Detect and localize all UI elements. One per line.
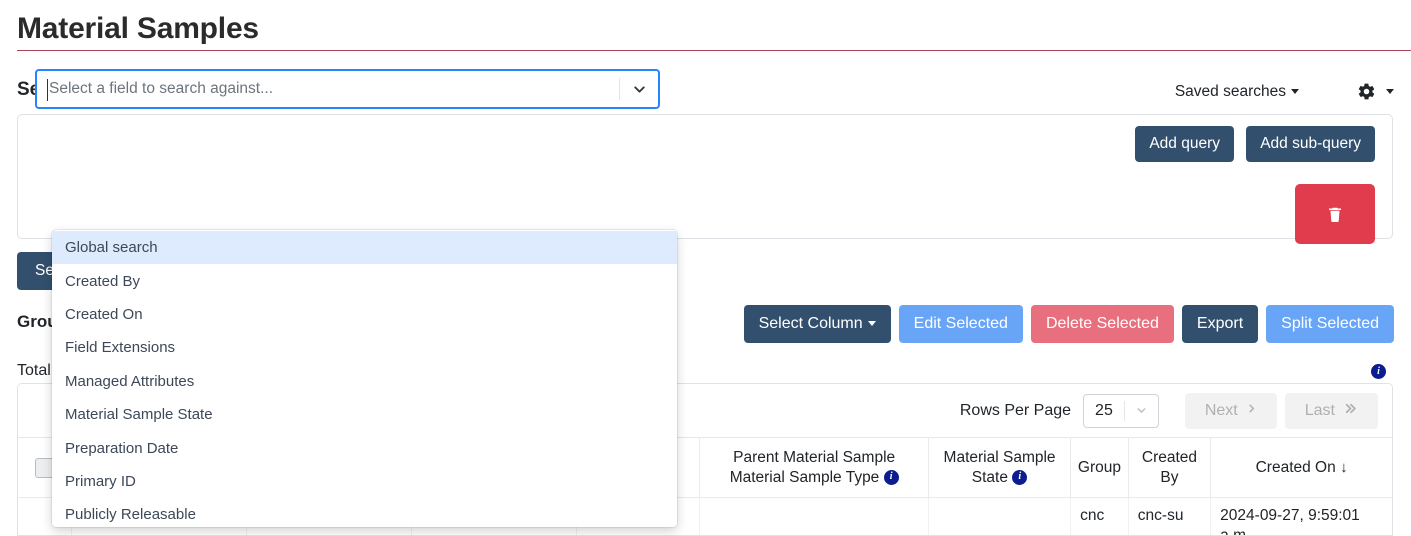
total-count-label: Total [17,362,51,379]
parent-material-sample-type-label: Parent Material Sample Material Sample T… [729,449,896,486]
chevron-double-right-icon [1343,402,1358,420]
menu-item-material-sample-state[interactable]: Material Sample State [52,398,677,431]
arrow-down-icon: ↓ [1340,458,1348,476]
export-button[interactable]: Export [1181,305,1259,343]
material-sample-state-label: Material Sample State [943,449,1056,486]
edit-selected-button[interactable]: Edit Selected [898,305,1023,343]
saved-searches-label: Saved searches [1174,83,1286,100]
info-icon[interactable]: i [883,469,899,485]
table-header-parent-material-sample-type[interactable]: Parent Material Sample Material Sample T… [699,437,929,498]
saved-searches-dropdown[interactable]: Saved searches [1175,83,1299,101]
next-page-label: Next [1204,401,1238,419]
info-icon: i [1371,364,1386,380]
chevron-down-icon [1291,89,1299,95]
row-cell-created-by: cnc-su [1128,497,1212,535]
select-column-button[interactable]: Select Column [743,305,891,343]
chevron-down-icon [1386,89,1394,94]
row-cell-created-on: 2024-09-27, 9:59:01 a.m. [1210,497,1392,535]
table-header-material-sample-state[interactable]: Material Sample State i [928,437,1072,498]
menu-item-global-search[interactable]: Global search [52,231,677,265]
rows-per-page-select[interactable]: 25 [1083,393,1159,428]
add-subquery-button[interactable]: Add sub-query [1246,126,1375,162]
chevron-down-icon[interactable] [620,81,658,98]
delete-query-row-button[interactable] [1295,184,1375,244]
chevron-down-icon[interactable] [1125,404,1158,417]
menu-item-primary-id[interactable]: Primary ID [52,465,677,498]
field-search-dropdown-menu[interactable]: Global search Created By Created On Fiel… [52,230,677,527]
select-column-label: Select Column [758,315,863,332]
menu-item-created-by[interactable]: Created By [52,264,677,297]
settings-gear-dropdown[interactable] [1357,82,1394,101]
pagination-controls: Next Last [1184,392,1378,429]
row-cell-material-sample-state [928,497,1072,535]
chevron-down-icon [867,321,876,327]
row-cell-group: cnc [1070,497,1129,535]
next-page-button[interactable]: Next [1184,392,1277,429]
page-title: Material Samples [17,12,259,45]
table-header-group[interactable]: Group [1070,437,1129,498]
field-search-placeholder: Select a field to search against... [49,80,274,97]
info-icon[interactable]: i [1012,469,1028,485]
delete-selected-button[interactable]: Delete Selected [1030,305,1174,343]
menu-item-publicly-releasable[interactable]: Publicly Releasable [52,498,677,527]
text-cursor [47,79,48,101]
trash-icon [1326,205,1344,224]
row-cell-parent-material-sample-type [699,497,929,535]
field-search-select[interactable]: Select a field to search against... [35,69,660,109]
rows-per-page-label: Rows Per Page [959,401,1072,419]
created-on-label: Created On [1255,458,1336,476]
table-header-created-on[interactable]: Created On ↓ [1210,437,1392,498]
last-page-button[interactable]: Last [1284,392,1378,429]
menu-item-field-extensions[interactable]: Field Extensions [52,331,677,364]
material-samples-page: Material Samples Search Saved searches A… [0,0,1411,536]
chevron-right-icon [1246,402,1257,420]
menu-item-managed-attributes[interactable]: Managed Attributes [52,365,677,398]
menu-item-created-on[interactable]: Created On [52,298,677,331]
add-query-button[interactable]: Add query [1135,126,1234,162]
menu-item-preparation-date[interactable]: Preparation Date [52,431,677,464]
rows-per-page-value: 25 [1095,401,1113,419]
split-selected-button[interactable]: Split Selected [1266,305,1394,343]
table-header-created-by[interactable]: Created By [1128,437,1212,498]
total-info-icon-wrap[interactable]: i [1371,363,1386,381]
gear-icon [1357,82,1376,101]
query-builder-panel: Add query Add sub-query [17,114,1393,244]
last-page-label: Last [1304,401,1335,419]
title-divider [17,50,1411,51]
table-actions-toolbar: Select Column Edit Selected Delete Selec… [743,305,1394,343]
